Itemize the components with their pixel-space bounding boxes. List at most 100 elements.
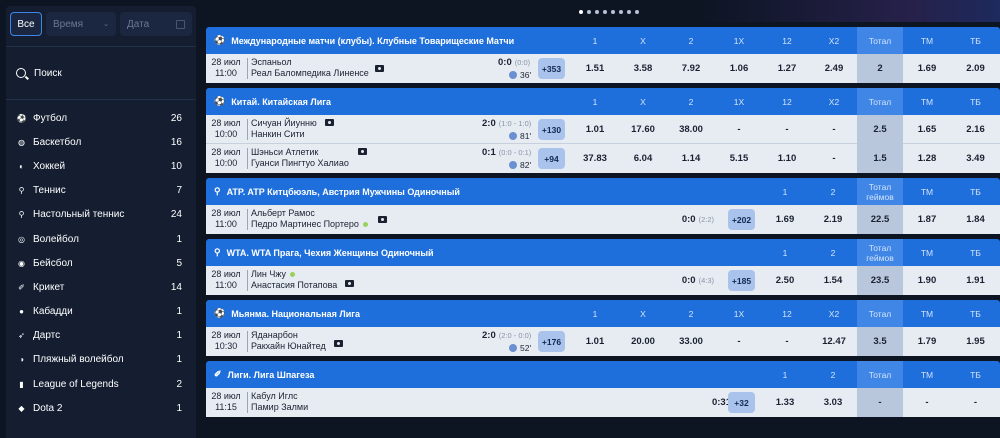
column-header: ТБ (970, 96, 981, 107)
odds-cell[interactable]: 2.16 (951, 115, 1000, 144)
sport-item[interactable]: ◍ Баскетбол 16 (6, 130, 196, 154)
odds-cell[interactable]: 1.01 (571, 327, 619, 356)
odds-cell[interactable]: 3.49 (951, 144, 1000, 173)
odds-cell[interactable]: 7.92 (667, 54, 715, 83)
league-header[interactable]: ⚽ Китай. Китайская Лига 1 X 2 1X 12 X2 Тотал ТМ ТБ (206, 88, 1000, 115)
odds-cell[interactable]: 1.14 (667, 144, 715, 173)
odds-cell[interactable]: 1.91 (951, 266, 1000, 295)
more-bets-button[interactable]: +32 (728, 392, 755, 413)
odds-cell[interactable]: 1.90 (903, 266, 951, 295)
more-bets-button[interactable]: +185 (728, 270, 755, 291)
more-bets-button[interactable]: +202 (728, 209, 755, 230)
sport-item[interactable]: ⚲ Теннис 7 (6, 179, 196, 203)
sport-item[interactable]: ● Кабадди 1 (6, 300, 196, 324)
odds-cell[interactable]: 22.5 (857, 205, 903, 234)
more-bets-button[interactable]: +130 (538, 119, 565, 140)
match-row[interactable]: 28 июл 11:15 Кабул Иглс Памир Залми 0:31… (206, 388, 1000, 417)
carousel-dot[interactable] (587, 10, 591, 14)
live-stream-icon[interactable] (375, 65, 384, 72)
league-header[interactable]: ⚽ Международные матчи (клубы). Клубные То… (206, 27, 1000, 54)
match-row[interactable]: 28 июл 11:00 Лин Чжу Анастасия Потапова … (206, 266, 1000, 295)
odds-cell[interactable]: 1.28 (903, 144, 951, 173)
odds-cell[interactable]: 1.95 (951, 327, 1000, 356)
match-row[interactable]: 28 июл 11:00 Альберт Рамос Педро Мартине… (206, 205, 1000, 234)
odds-cell[interactable]: 1.5 (857, 144, 903, 173)
odds-cell[interactable]: 12.47 (811, 327, 857, 356)
sport-item[interactable]: ⚽ Футбол 26 (6, 106, 196, 130)
odds-cell[interactable]: 2.19 (809, 205, 857, 234)
match-date: 28 июл (211, 147, 241, 157)
sport-item[interactable]: ◆ Dota 2 1 (6, 396, 196, 420)
league-header[interactable]: ⚽ Мьянма. Национальная Лига 1 X 2 1X 12 X2 Тотал… (206, 300, 1000, 327)
live-stream-icon[interactable] (334, 340, 343, 347)
league-header[interactable]: ⚲ WTA. WTA Прага, Чехия Женщины Одиночный… (206, 239, 1000, 266)
search-button[interactable]: Поиск (6, 47, 196, 99)
sport-item[interactable]: ◎ Волейбол 1 (6, 227, 196, 251)
odds-cell[interactable]: 2.50 (761, 266, 809, 295)
odds-cell[interactable]: 2 (857, 54, 903, 83)
more-bets-button[interactable]: +94 (538, 148, 565, 169)
carousel-dot[interactable] (579, 10, 583, 14)
live-stream-icon[interactable] (358, 148, 367, 155)
odds-cell[interactable]: 1.06 (715, 54, 763, 83)
odds-cell[interactable]: 2.5 (857, 115, 903, 144)
odds-cell[interactable]: 5.15 (715, 144, 763, 173)
sport-count: 5 (176, 257, 182, 269)
more-bets-button[interactable]: +353 (538, 58, 565, 79)
odds-cell[interactable]: 1.65 (903, 115, 951, 144)
column-header: ТБ (970, 35, 981, 46)
carousel-dot[interactable] (619, 10, 623, 14)
odds-cell[interactable]: 1.84 (951, 205, 1000, 234)
carousel-dot[interactable] (595, 10, 599, 14)
odds-cell[interactable]: 1.69 (761, 205, 809, 234)
odds-cell[interactable]: 37.83 (571, 144, 619, 173)
odds-cell[interactable]: 20.00 (619, 327, 667, 356)
carousel-dot[interactable] (603, 10, 607, 14)
live-stream-icon[interactable] (378, 216, 387, 223)
odds-cell[interactable]: 1.54 (809, 266, 857, 295)
odds-cell[interactable]: 6.04 (619, 144, 667, 173)
sport-item[interactable]: ⚲ Настольный теннис 24 (6, 203, 196, 227)
odds-cell[interactable]: 1.87 (903, 205, 951, 234)
sport-item[interactable]: ▮ League of Legends 2 (6, 372, 196, 396)
carousel-dots[interactable] (579, 10, 639, 14)
sport-item[interactable]: ◐ Хоккей 10 (6, 154, 196, 178)
odds-cell[interactable]: 1.79 (903, 327, 951, 356)
league-header[interactable]: ✐ Лиги. Лига Шпагеза 1 2 Тотал ТМ ТБ (206, 361, 1000, 388)
match-row[interactable]: 28 июл 11:00 Эспаньол Реал Баломпедика Л… (206, 54, 1000, 83)
match-row[interactable]: 28 июл 10:00 Сичуан Йиунню Нанкин Сити 2… (206, 115, 1000, 144)
sport-item[interactable]: ✐ Крикет 14 (6, 275, 196, 299)
match-row[interactable]: 28 июл 10:30 Яданарбон Ракхайн Юнайтед 2… (206, 327, 1000, 356)
filter-all-button[interactable]: Все (10, 12, 42, 36)
more-bets-button[interactable]: +176 (538, 331, 565, 352)
odds-cell[interactable]: 33.00 (667, 327, 715, 356)
sport-item[interactable]: ◑ Пляжный волейбол 1 (6, 348, 196, 372)
odds-cell[interactable]: 17.60 (619, 115, 667, 144)
carousel-dot[interactable] (635, 10, 639, 14)
odds-cell[interactable]: 3.58 (619, 54, 667, 83)
filter-time-select[interactable]: Время ⌄ (46, 12, 116, 36)
odds-cell[interactable]: 2.49 (811, 54, 857, 83)
team-1-name: Альберт Рамос (251, 208, 315, 218)
live-stream-icon[interactable] (325, 119, 334, 126)
odds-cell[interactable]: 1.51 (571, 54, 619, 83)
odds-cell[interactable]: 23.5 (857, 266, 903, 295)
odds-cell[interactable]: 2.09 (951, 54, 1000, 83)
odds-cell[interactable]: 3.5 (857, 327, 903, 356)
odds-cell[interactable]: 1.33 (761, 388, 809, 417)
live-stream-icon[interactable] (345, 280, 354, 287)
carousel-dot[interactable] (627, 10, 631, 14)
match-teams: Лин Чжу Анастасия Потапова (251, 269, 337, 291)
match-row[interactable]: 28 июл 10:00 Шэньси Атлетик Гуанси Пингт… (206, 144, 1000, 173)
carousel-dot[interactable] (611, 10, 615, 14)
filter-date-select[interactable]: Дата (120, 12, 192, 36)
odds-cell[interactable]: 3.03 (809, 388, 857, 417)
odds-cell[interactable]: 1.10 (763, 144, 811, 173)
sport-item[interactable]: ➶ Дартс 1 (6, 324, 196, 348)
odds-cell[interactable]: 1.01 (571, 115, 619, 144)
odds-cell[interactable]: 1.69 (903, 54, 951, 83)
league-header[interactable]: ⚲ ATP. ATP Китцбюэль, Австрия Мужчины Оди… (206, 178, 1000, 205)
odds-cell[interactable]: 1.27 (763, 54, 811, 83)
sport-item[interactable]: ◉ Бейсбол 5 (6, 251, 196, 275)
odds-cell[interactable]: 38.00 (667, 115, 715, 144)
